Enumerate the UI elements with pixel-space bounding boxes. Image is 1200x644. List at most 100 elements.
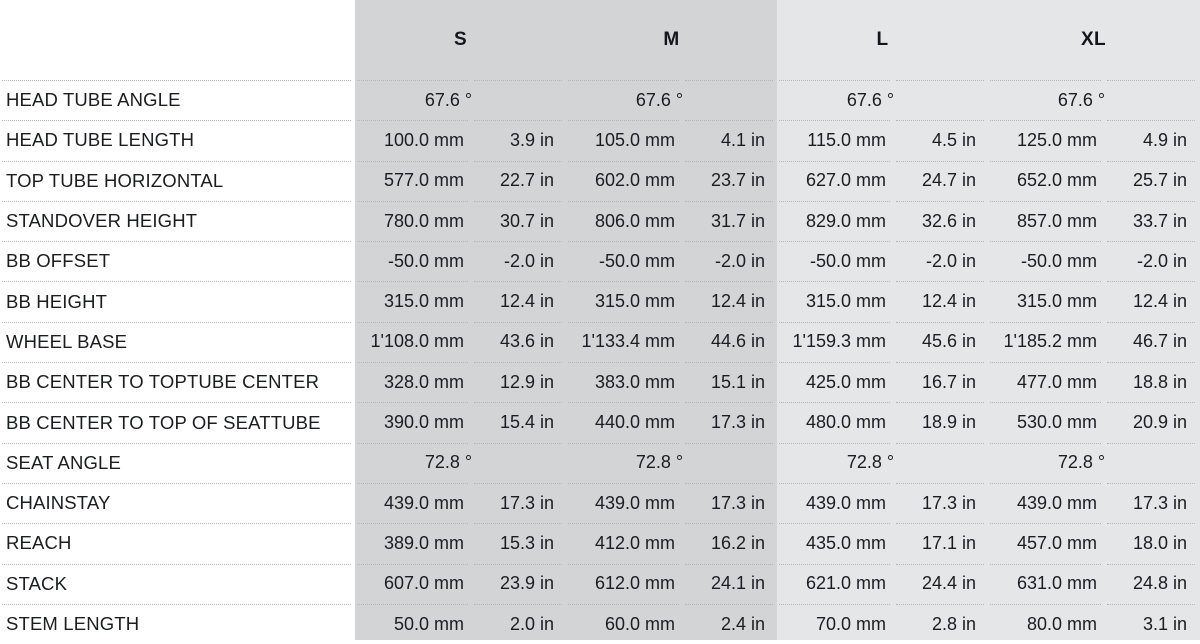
row-separator-segment <box>685 321 773 323</box>
cell-value-angle: 67.6 ° <box>1057 89 1106 110</box>
row-separator-segment <box>990 80 1101 81</box>
row-separator-segment <box>1107 281 1195 283</box>
row-size-group: -50.0 mm -2.0 in <box>566 251 777 272</box>
cell-value-mm: -50.0 mm <box>809 250 886 271</box>
cell-value-in: 46.7 in <box>1132 331 1187 352</box>
row-separator <box>0 442 1200 444</box>
row-size-group: 70.0 mm 2.8 in <box>777 614 988 635</box>
cell-value-mm: 105.0 mm <box>594 129 675 150</box>
row-separator-segment <box>779 362 890 364</box>
row-separator <box>0 241 1200 243</box>
row-size-group: 125.0 mm 4.9 in <box>988 130 1199 151</box>
row-separator-segment <box>779 160 890 162</box>
cell-value-mm: 1'133.4 mm <box>581 331 675 352</box>
column-header-m: M <box>663 29 680 50</box>
cell-value-mm: 390.0 mm <box>383 412 464 433</box>
cell-value-mm: -50.0 mm <box>598 250 675 271</box>
row-separator-segment <box>2 281 351 283</box>
cell-value-mm: 70.0 mm <box>815 613 886 634</box>
cell-value-mm: 439.0 mm <box>805 492 886 513</box>
row-size-group: 577.0 mm 22.7 in <box>355 170 566 191</box>
row-size-group: 439.0 mm 17.3 in <box>988 493 1199 514</box>
cell-value-in: 15.4 in <box>499 412 554 433</box>
cell-value-mm: 389.0 mm <box>383 532 464 553</box>
row-separator-segment <box>474 80 562 81</box>
row-size-group: 829.0 mm 32.6 in <box>777 211 988 232</box>
row-separator-segment <box>779 321 890 323</box>
table-row: STANDOVER HEIGHT 780.0 mm 30.7 in 806.0 mm 3… <box>0 200 1200 241</box>
row-separator-segment <box>990 402 1101 404</box>
table-row: WHEEL BASE 1'108.0 mm 43.6 in 1'133.4 mm 44.… <box>0 321 1200 362</box>
row-separator-segment <box>896 402 984 404</box>
row-separator-segment <box>2 563 351 565</box>
cell-value-in: 17.1 in <box>921 532 976 553</box>
row-separator-segment <box>990 241 1101 243</box>
cell-value-in: 12.4 in <box>1132 291 1187 312</box>
row-separator-segment <box>685 160 773 162</box>
cell-value-mm: 439.0 mm <box>594 492 675 513</box>
row-separator-segment <box>568 160 679 162</box>
row-separator-segment <box>779 482 890 484</box>
row-separator-segment <box>1107 523 1195 525</box>
cell-value-in: 3.9 in <box>509 129 554 150</box>
row-size-group: 50.0 mm 2.0 in <box>355 614 566 635</box>
row-separator-segment <box>779 442 890 444</box>
row-label: TOP TUBE HORIZONTAL <box>6 169 224 191</box>
row-size-group: 67.6 ° <box>566 90 777 111</box>
cell-value-mm: 612.0 mm <box>594 573 675 594</box>
row-separator-segment <box>1107 563 1195 565</box>
row-separator-segment <box>1107 80 1195 81</box>
row-separator-segment <box>685 281 773 283</box>
row-separator-segment <box>896 241 984 243</box>
cell-value-mm: 439.0 mm <box>1016 492 1097 513</box>
cell-value-in: 44.6 in <box>710 331 765 352</box>
row-separator-segment <box>474 482 562 484</box>
row-separator-segment <box>568 402 679 404</box>
cell-value-in: -2.0 in <box>925 250 976 271</box>
cell-value-mm: 115.0 mm <box>807 129 886 150</box>
column-header-xl: XL <box>1080 29 1107 50</box>
row-separator-segment <box>1107 482 1195 484</box>
row-size-group: 439.0 mm 17.3 in <box>566 493 777 514</box>
cell-value-in: 2.0 in <box>509 613 554 634</box>
cell-value-mm: 435.0 mm <box>805 532 886 553</box>
row-label: HEAD TUBE ANGLE <box>6 89 181 111</box>
row-label: CHAINSTAY <box>6 492 111 514</box>
cell-value-in: 24.4 in <box>921 573 976 594</box>
row-separator-segment <box>896 603 984 605</box>
table-row: STACK 607.0 mm 23.9 in 612.0 mm 24.1 in 621.0… <box>0 563 1200 604</box>
row-size-group: 439.0 mm 17.3 in <box>355 493 566 514</box>
cell-value-mm: 328.0 mm <box>383 371 464 392</box>
row-separator-segment <box>896 523 984 525</box>
row-size-group: 602.0 mm 23.7 in <box>566 170 777 191</box>
table-row: TOP TUBE HORIZONTAL 577.0 mm 22.7 in 602.0 … <box>0 160 1200 201</box>
row-size-group: 383.0 mm 15.1 in <box>566 372 777 393</box>
cell-value-mm: 315.0 mm <box>805 291 886 312</box>
row-size-group: 477.0 mm 18.8 in <box>988 372 1199 393</box>
row-size-group: 780.0 mm 30.7 in <box>355 211 566 232</box>
row-size-group: 1'108.0 mm 43.6 in <box>355 331 566 352</box>
cell-value-in: -2.0 in <box>1136 250 1187 271</box>
row-separator-segment <box>2 120 351 122</box>
row-separator-segment <box>990 482 1101 484</box>
row-size-group: 67.6 ° <box>355 90 566 111</box>
cell-value-in: 12.4 in <box>921 291 976 312</box>
row-separator <box>0 362 1200 364</box>
cell-value-angle: 72.8 ° <box>424 452 473 473</box>
row-size-group: 60.0 mm 2.4 in <box>566 614 777 635</box>
table-row: BB OFFSET -50.0 mm -2.0 in -50.0 mm -2.0 in -… <box>0 241 1200 281</box>
column-header-l: L <box>876 29 889 50</box>
cell-value-in: -2.0 in <box>714 250 765 271</box>
cell-value-mm: 480.0 mm <box>805 412 886 433</box>
cell-value-in: 20.9 in <box>1132 412 1187 433</box>
row-separator-segment <box>2 362 351 364</box>
row-separator-segment <box>357 80 468 81</box>
row-separator-segment <box>474 563 562 565</box>
row-separator-segment <box>474 120 562 122</box>
row-separator-segment <box>357 160 468 162</box>
cell-value-in: 24.1 in <box>710 573 765 594</box>
cell-value-mm: -50.0 mm <box>1020 250 1097 271</box>
cell-value-in: 17.3 in <box>1132 492 1187 513</box>
row-label: BB OFFSET <box>6 250 111 272</box>
cell-value-in: 4.9 in <box>1142 129 1187 150</box>
